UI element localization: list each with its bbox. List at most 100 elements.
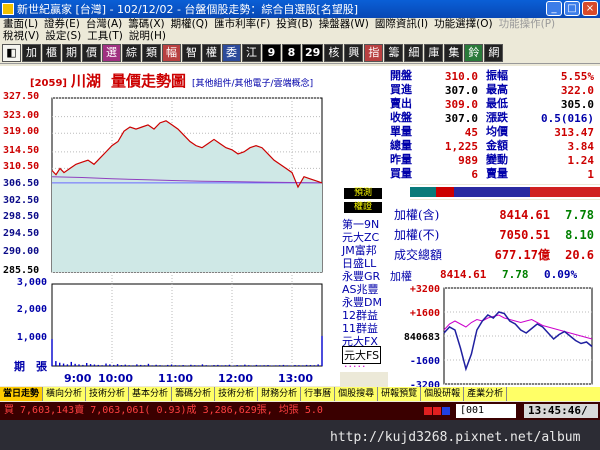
toolbar-button-15[interactable]: 29 [302,43,324,62]
menu-item-7[interactable]: 操盤器(W) [319,18,369,30]
toolbar-button-6[interactable]: 綜 [122,43,141,62]
quote-value: 307.0 [444,112,478,125]
quote-value: 310.0 [444,70,478,83]
toolbar-button-11[interactable]: 委 [222,43,241,62]
toolbar-button-2[interactable]: 櫃 [42,43,61,62]
price-tick-label: 310.50 [3,161,40,173]
toolbar-button-13[interactable]: 9 [262,43,281,62]
toolbar-button-7[interactable]: 類 [142,43,161,62]
quote-value: 307.0 [444,84,478,97]
index-mini-chart: +3200 +1600 840683 -1600 -3200 加權 8414.61 7.… [388,266,600,388]
tab-6[interactable]: 財務分析 [258,387,302,401]
app-window: 新世紀贏家 [台灣] - 102/12/02 - 台盤個股走勢：綜合自選股[名望… [0,0,600,450]
tab-7[interactable]: 行事曆 [301,387,336,401]
toolbar-button-20[interactable]: 細 [404,43,424,62]
mini-tick-label: 840683 [404,332,440,343]
stock-code[interactable]: [2059] [30,78,67,89]
time-tick-label: 11:00 [158,372,194,385]
toolbar-button-8[interactable]: 幅 [162,43,181,62]
toolbar-button-23[interactable]: 鈴 [464,43,484,62]
price-tick-label: 294.50 [3,227,40,239]
tab-1[interactable]: 橫向分析 [43,387,87,401]
toolbar-button-16[interactable]: 核 [324,43,344,62]
quote-row: 收盤 307.0 漲跌 0.5(016) [388,112,600,125]
status-bar: 買 7,603,143賣 7,063,061( 0.93)成 3,286,629… [0,402,600,420]
menu-item-8[interactable]: 國際資訊(I) [375,18,428,30]
quote-label: 賣量 [486,168,508,180]
toolbar-button-24[interactable]: 網 [484,43,504,62]
menu-item-1[interactable]: 證券(E) [44,18,80,30]
tab-9[interactable]: 研報預覽 [378,387,422,401]
quote-label: 最低 [486,98,508,110]
tab-10[interactable]: 個股研報 [421,387,465,401]
toolbar-button-17[interactable]: 興 [344,43,364,62]
tab-3[interactable]: 基本分析 [129,387,173,401]
toolbar-button-4[interactable]: 價 [82,43,101,62]
price-tick-label: 302.50 [3,194,40,206]
quote-value: 45 [464,126,478,139]
time-tick-label: 9:00 [64,372,92,385]
close-button[interactable]: × [582,1,598,16]
tab-5[interactable]: 技術分析 [215,387,259,401]
predict-indicator[interactable]: 預測 [344,188,382,199]
quote-value: 6 [471,168,478,181]
menu-item-r2-0[interactable]: 稅視(V) [3,30,39,42]
quote-row: 單量 45 均價 313.47 [388,126,600,139]
menu-item-r2-2[interactable]: 工具(T) [87,30,123,42]
menu-item-r2-1[interactable]: 設定(S) [45,30,81,42]
minimize-button[interactable]: _ [546,1,562,16]
quote-row: 買進 307.0 最高 322.0 [388,84,600,97]
menu-item-5[interactable]: 匯市利率(F) [214,18,270,30]
toolbar-button-22[interactable]: 集 [444,43,464,62]
menu-row-2: 稅視(V) 設定(S) 工具(T) 說明(H) [0,30,600,42]
menu-item-3[interactable]: 籌碼(X) [128,18,164,30]
bid-ask-segment [410,187,436,197]
toolbar-button-3[interactable]: 期 [62,43,81,62]
status-leds [424,407,450,415]
weight-indicator[interactable]: 權證 [344,202,382,213]
function-tab-bar: 當日走勢 橫向分析 技術分析 基本分析 籌碼分析 技術分析 財務分析 行事曆 個股搜尋 研報預覽個… [0,387,600,401]
toolbar-button-19[interactable]: 籌 [384,43,404,62]
code-input[interactable]: [001 [456,404,516,418]
menu-item-2[interactable]: 台灣(A) [86,18,122,30]
quote-value: 1,225 [444,140,478,153]
toolbar-button-12[interactable]: 江 [242,43,261,62]
bid-ask-segment [436,187,454,197]
quote-value: 309.0 [444,98,478,111]
quote-value: 0.5(016) [541,112,594,125]
quote-label: 開盤 [390,70,412,82]
volume-tick-label: 3,000 [16,277,47,288]
quote-value: 322.0 [560,84,594,97]
quote-value: 1 [587,168,594,181]
quote-label: 均價 [486,126,508,138]
toolbar-button-1[interactable]: 加 [22,43,41,62]
index-change: 20.6 [565,248,594,262]
mini-tick-label: +3200 [410,284,440,295]
tab-0[interactable]: 當日走勢 [0,387,44,401]
quote-value: 1.24 [567,154,595,167]
menu-item-9[interactable]: 功能選擇(O) [434,18,492,30]
tab-11[interactable]: 產業分析 [464,387,508,401]
toolbar-button-0[interactable]: ◧ [2,43,21,62]
tab-4[interactable]: 籌碼分析 [172,387,216,401]
quote-value: 3.84 [567,140,595,153]
title-bar: 新世紀贏家 [台灣] - 102/12/02 - 台盤個股走勢：綜合自選股[名望… [0,0,600,18]
clock: 13:45:46/ [524,404,598,418]
menu-item-0[interactable]: 畫面(L) [3,18,38,30]
menu-item-r2-3[interactable]: 說明(H) [129,30,166,42]
maximize-button[interactable]: □ [564,1,580,16]
toolbar-button-5[interactable]: 選 [102,43,121,62]
tab-2[interactable]: 技術分析 [86,387,130,401]
toolbar-button-9[interactable]: 智 [182,43,201,62]
toolbar-button-18[interactable]: 指 [364,43,384,62]
index-change: 8.10 [565,228,594,242]
menu-item-6[interactable]: 投資(B) [276,18,312,30]
tab-8[interactable]: 個股搜尋 [335,387,379,401]
toolbar-button-21[interactable]: 庫 [424,43,444,62]
toolbar-button-10[interactable]: 權 [202,43,221,62]
quote-label: 單量 [390,126,412,138]
menu-item-10[interactable]: 功能操作(P) [499,18,556,30]
more-brokers[interactable]: ····· [344,360,366,373]
menu-item-4[interactable]: 期權(Q) [171,18,208,30]
toolbar-button-14[interactable]: 8 [282,43,301,62]
